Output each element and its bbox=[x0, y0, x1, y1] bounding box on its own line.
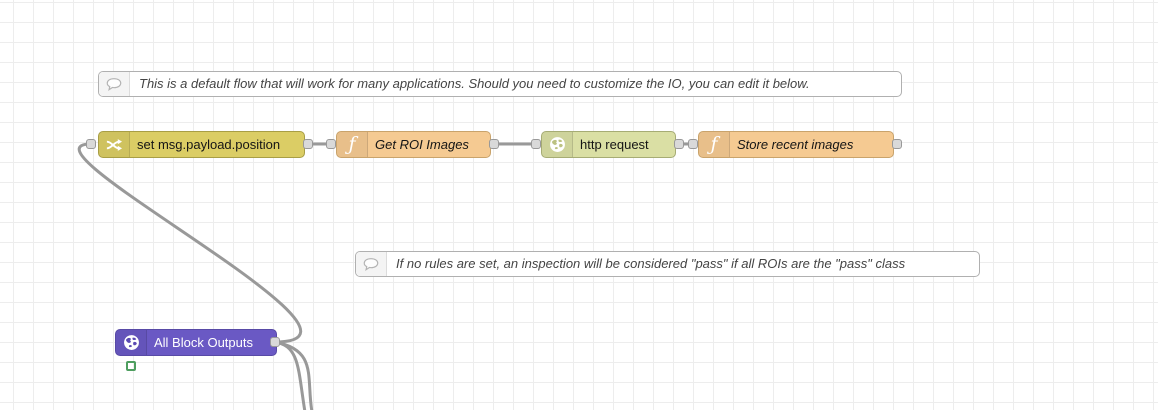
input-port[interactable] bbox=[86, 139, 96, 149]
output-port[interactable] bbox=[489, 139, 499, 149]
shuffle-arrows-icon bbox=[99, 132, 130, 157]
function-icon: ƒ bbox=[337, 132, 368, 157]
output-port[interactable] bbox=[674, 139, 684, 149]
comment-node-default-flow[interactable]: This is a default flow that will work fo… bbox=[98, 71, 902, 97]
wire-outputs-to-change[interactable] bbox=[79, 144, 301, 342]
node-set-msg-payload-position[interactable]: set msg.payload.position bbox=[98, 131, 305, 158]
comment-text: This is a default flow that will work fo… bbox=[139, 72, 891, 96]
globe-icon bbox=[116, 330, 147, 355]
node-http-request[interactable]: http request bbox=[541, 131, 676, 158]
flow-canvas[interactable]: This is a default flow that will work fo… bbox=[0, 0, 1158, 410]
node-label: http request bbox=[580, 132, 667, 157]
node-label: set msg.payload.position bbox=[137, 132, 296, 157]
output-port[interactable] bbox=[892, 139, 902, 149]
node-label: Store recent images bbox=[737, 132, 885, 157]
node-label: All Block Outputs bbox=[154, 330, 268, 355]
node-status-ring bbox=[126, 361, 136, 371]
node-get-roi-images[interactable]: ƒ Get ROI Images bbox=[336, 131, 491, 158]
input-port[interactable] bbox=[688, 139, 698, 149]
node-store-recent-images[interactable]: ƒ Store recent images bbox=[698, 131, 894, 158]
node-all-block-outputs[interactable]: All Block Outputs bbox=[115, 329, 277, 356]
output-port[interactable] bbox=[303, 139, 313, 149]
globe-icon bbox=[542, 132, 573, 157]
input-port[interactable] bbox=[326, 139, 336, 149]
comment-node-no-rules[interactable]: If no rules are set, an inspection will … bbox=[355, 251, 980, 277]
node-label: Get ROI Images bbox=[375, 132, 482, 157]
function-icon: ƒ bbox=[699, 132, 730, 157]
speech-bubble-icon bbox=[356, 252, 387, 276]
input-port[interactable] bbox=[531, 139, 541, 149]
comment-text: If no rules are set, an inspection will … bbox=[396, 252, 969, 276]
output-port[interactable] bbox=[270, 337, 280, 347]
speech-bubble-icon bbox=[99, 72, 130, 96]
